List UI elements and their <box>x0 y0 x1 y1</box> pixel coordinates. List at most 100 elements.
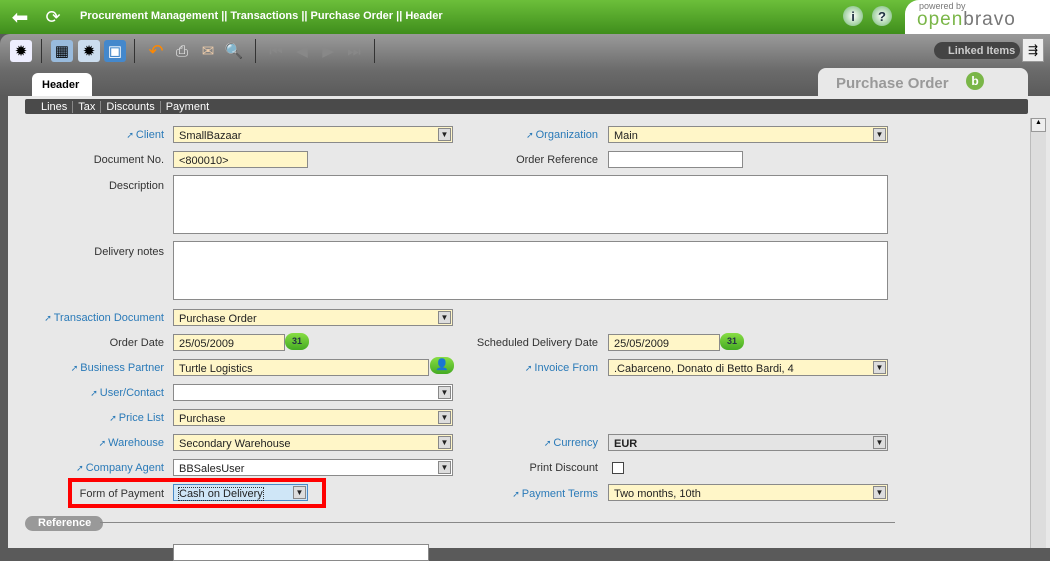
chevron-down-icon[interactable]: ▼ <box>438 386 451 399</box>
currency-label[interactable]: ➚ Currency <box>400 437 598 449</box>
email-icon[interactable]: ✉ <box>197 40 219 62</box>
new-record-icon[interactable]: ✹ <box>10 40 32 62</box>
print-discount-checkbox[interactable] <box>612 462 624 474</box>
order-date-label: Order Date <box>109 337 164 349</box>
description-textarea[interactable] <box>173 175 888 234</box>
subtab-lines[interactable]: Lines <box>36 100 74 113</box>
delivery-notes-label: Delivery notes <box>94 246 164 258</box>
logo-open: open <box>917 9 964 30</box>
user-contact-select[interactable]: ▼ <box>173 384 453 401</box>
chevron-down-icon[interactable]: ▼ <box>873 128 886 141</box>
invoice-from-select[interactable]: .Cabarceno, Donato di Betto Bardi, 4 ▼ <box>608 359 888 376</box>
chevron-down-icon[interactable]: ▼ <box>873 486 886 499</box>
company-agent-label[interactable]: ➚ Company Agent <box>0 462 164 474</box>
top-bar: ⬅ ⟳ Procurement Management || Transactio… <box>0 0 1050 34</box>
scrollbar[interactable]: ▲ <box>1030 118 1046 548</box>
undo-icon[interactable]: ↶ <box>145 40 167 62</box>
scheduled-delivery-date-label: Scheduled Delivery Date <box>476 337 598 349</box>
subtab-payment[interactable]: Payment <box>161 101 214 113</box>
chevron-down-icon[interactable]: ▼ <box>873 361 886 374</box>
payment-terms-select[interactable]: Two months, 10th ▼ <box>608 484 888 501</box>
linked-items-icon[interactable]: ⇶ <box>1022 38 1044 62</box>
subtabs: Lines Tax Discounts Payment <box>25 99 1028 114</box>
company-agent-value: BBSalesUser <box>179 463 245 475</box>
invoice-from-label[interactable]: ➚ Invoice From <box>400 362 598 374</box>
document-no-label: Document No. <box>93 154 164 166</box>
chevron-down-icon[interactable]: ▼ <box>873 436 886 449</box>
organization-value: Main <box>614 130 638 142</box>
chevron-down-icon[interactable]: ▼ <box>293 486 306 499</box>
business-partner-label[interactable]: ➚ Business Partner <box>0 362 164 374</box>
document-no-field[interactable]: <800010> <box>173 151 308 168</box>
transaction-document-label[interactable]: ➚ Transaction Document <box>0 312 164 324</box>
delivery-notes-textarea[interactable] <box>173 241 888 300</box>
client-value: SmallBazaar <box>179 130 242 142</box>
price-list-label[interactable]: ➚ Price List <box>0 412 164 424</box>
payment-terms-value: Two months, 10th <box>614 488 701 500</box>
save-icon[interactable]: ▣ <box>104 40 126 62</box>
search-icon[interactable]: 🔍 <box>223 40 245 62</box>
window-title: Purchase Order <box>836 75 949 92</box>
info-icon[interactable]: i <box>843 6 863 26</box>
order-reference-label: Order Reference <box>516 154 598 166</box>
openbravo-icon: b <box>966 72 984 90</box>
next-record-icon[interactable]: ▶ <box>317 40 339 62</box>
chevron-down-icon[interactable]: ▼ <box>438 411 451 424</box>
organization-select[interactable]: Main ▼ <box>608 126 888 143</box>
previous-record-icon[interactable]: ◀ <box>291 40 313 62</box>
form-of-payment-select[interactable]: Cash on Delivery ▼ <box>173 484 308 501</box>
subtab-discounts[interactable]: Discounts <box>101 100 161 113</box>
price-list-value: Purchase <box>179 413 226 425</box>
tab-header[interactable]: Header <box>32 73 92 97</box>
organization-label[interactable]: ➚ Organization <box>400 129 598 141</box>
print-icon[interactable]: ⎙ <box>171 40 193 62</box>
invoice-from-label-text: Invoice From <box>534 362 598 374</box>
scheduled-delivery-date-field[interactable]: 25/05/2009 <box>608 334 720 351</box>
chevron-down-icon[interactable]: ▼ <box>438 311 451 324</box>
payment-terms-label-text: Payment Terms <box>521 488 598 500</box>
divider <box>134 39 135 63</box>
subtab-tax[interactable]: Tax <box>73 100 102 113</box>
print-discount-label: Print Discount <box>529 462 598 474</box>
refresh-icon[interactable]: ⟳ <box>42 6 64 28</box>
company-agent-label-text: Company Agent <box>85 462 164 474</box>
logo-text: openbravo <box>917 9 1016 31</box>
help-icon[interactable]: ? <box>872 6 892 26</box>
divider <box>41 39 42 63</box>
new-save-icon[interactable]: ✹ <box>78 40 100 62</box>
divider <box>255 39 256 63</box>
client-label[interactable]: ➚ Client <box>0 129 164 141</box>
payment-terms-label[interactable]: ➚ Payment Terms <box>400 488 598 500</box>
order-reference-field[interactable] <box>608 151 743 168</box>
openbravo-logo: powered by openbravo <box>905 0 1050 34</box>
user-contact-label-text: User/Contact <box>99 387 164 399</box>
warehouse-label-text: Warehouse <box>108 437 164 449</box>
grid-save-icon[interactable]: ▦ <box>51 40 73 62</box>
client-label-text: Client <box>135 129 164 141</box>
price-list-select[interactable]: Purchase ▼ <box>173 409 453 426</box>
calendar-icon[interactable]: 31 <box>285 333 309 350</box>
currency-select[interactable]: EUR ▼ <box>608 434 888 451</box>
invoice-from-value: .Cabarceno, Donato di Betto Bardi, 4 <box>614 363 794 375</box>
logo-bravo: bravo <box>963 9 1016 30</box>
transaction-document-select[interactable]: Purchase Order ▼ <box>173 309 453 326</box>
transaction-document-label-text: Transaction Document <box>53 312 164 324</box>
back-arrow-icon[interactable]: ⬅ <box>8 6 32 29</box>
scroll-up-button[interactable]: ▲ <box>1031 118 1046 132</box>
reference-field[interactable] <box>173 544 429 561</box>
description-label: Description <box>108 180 164 192</box>
last-record-icon[interactable]: ⏭ <box>343 40 365 62</box>
reference-section-header[interactable]: Reference <box>25 516 103 531</box>
business-partner-field[interactable]: Turtle Logistics <box>173 359 429 376</box>
order-date-field[interactable]: 25/05/2009 <box>173 334 285 351</box>
transaction-document-value: Purchase Order <box>179 313 257 325</box>
warehouse-label[interactable]: ➚ Warehouse <box>0 437 164 449</box>
breadcrumb: Procurement Management || Transactions |… <box>80 10 443 22</box>
currency-value: EUR <box>614 438 638 450</box>
linked-items-button[interactable]: Linked Items <box>934 42 1020 59</box>
currency-label-text: Currency <box>553 437 598 449</box>
user-contact-label[interactable]: ➚ User/Contact <box>0 387 164 399</box>
section-divider <box>100 522 895 523</box>
first-record-icon[interactable]: ⏮ <box>265 40 287 62</box>
calendar-icon[interactable]: 31 <box>720 333 744 350</box>
